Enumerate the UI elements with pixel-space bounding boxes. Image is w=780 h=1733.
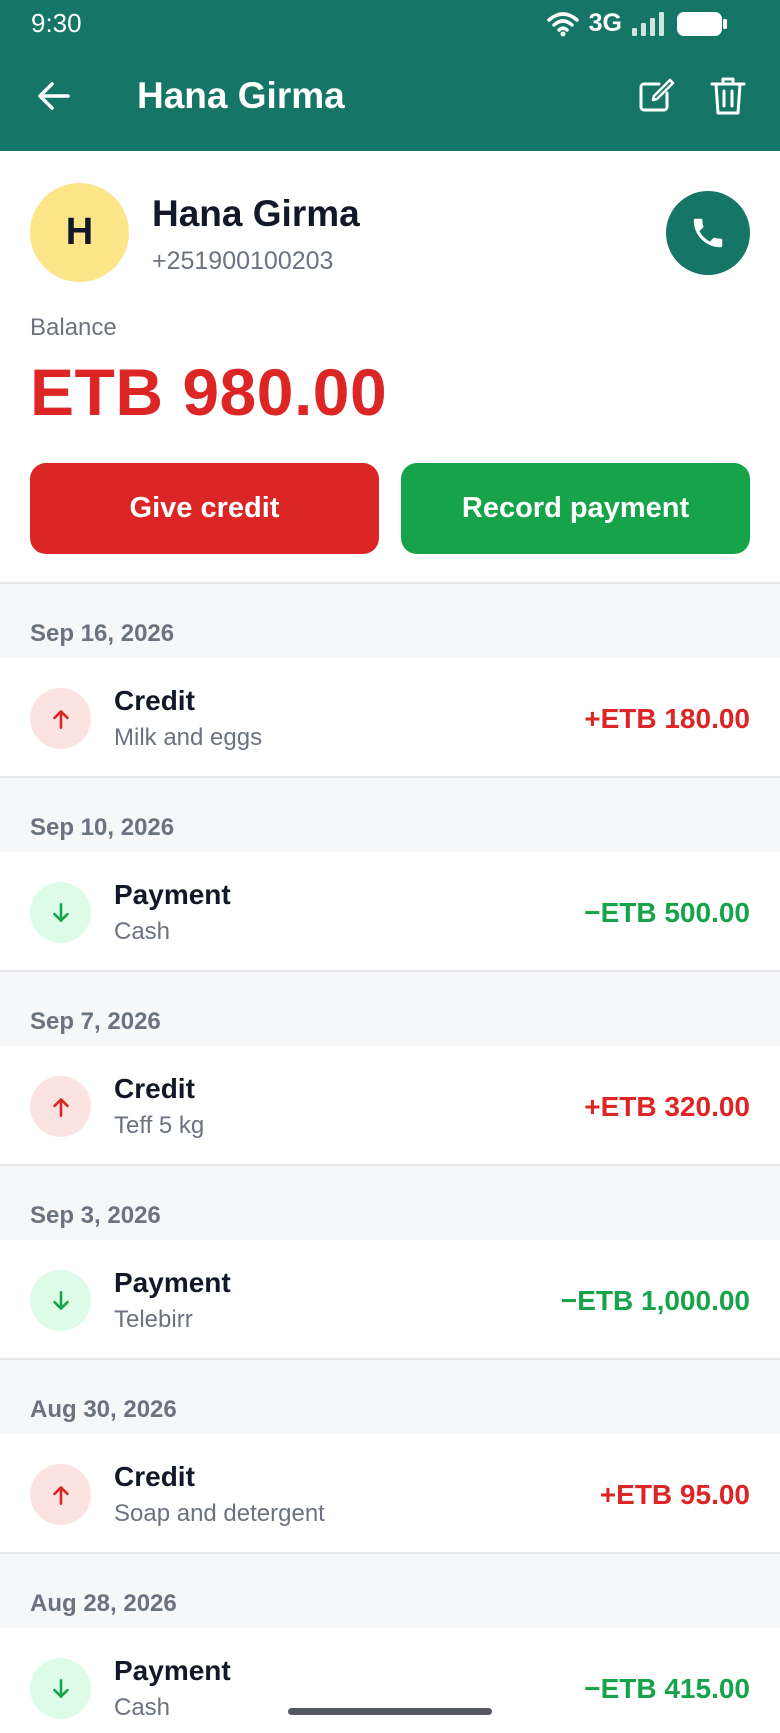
transaction-type: Payment (114, 1267, 231, 1298)
transaction-type: Payment (114, 1655, 231, 1686)
arrow-down-icon (30, 882, 91, 943)
group-date: Sep 10, 2026 (0, 778, 780, 852)
transaction-row[interactable]: Credit Milk and eggs +ETB 180.00 (0, 658, 780, 778)
transaction-group: Sep 7, 2026 Credit Teff 5 kg +ETB 320.00 (0, 972, 780, 1166)
signal-icon (632, 11, 664, 36)
transaction-amount: −ETB 415.00 (584, 1673, 750, 1704)
transaction-amount: +ETB 95.00 (599, 1479, 750, 1510)
battery-icon (677, 11, 727, 36)
transaction-group: Aug 28, 2026 Payment Cash −ETB 415.00 (0, 1554, 780, 1733)
arrow-up-icon (30, 1464, 91, 1525)
arrow-up-icon (30, 1076, 91, 1137)
transaction-group: Sep 16, 2026 Credit Milk and eggs +ETB 1… (0, 584, 780, 778)
arrow-up-icon (30, 688, 91, 749)
arrow-down-icon (30, 1270, 91, 1331)
transaction-note: Soap and detergent (114, 1500, 325, 1527)
group-date: Sep 7, 2026 (0, 972, 780, 1046)
transaction-row[interactable]: Payment Cash −ETB 415.00 (0, 1628, 780, 1733)
avatar: H (30, 183, 129, 282)
wifi-icon (546, 11, 579, 36)
record-payment-button[interactable]: Record payment (401, 463, 750, 554)
transaction-list: Sep 16, 2026 Credit Milk and eggs +ETB 1… (0, 584, 780, 1733)
give-credit-button[interactable]: Give credit (30, 463, 379, 554)
transaction-type: Credit (114, 1461, 195, 1492)
transaction-group: Sep 3, 2026 Payment Telebirr −ETB 1,000.… (0, 1166, 780, 1360)
status-bar: 9:30 3G (0, 0, 780, 44)
app-bar: Hana Girma (0, 44, 780, 151)
transaction-row[interactable]: Payment Cash −ETB 500.00 (0, 852, 780, 972)
transaction-type: Payment (114, 879, 231, 910)
transaction-row[interactable]: Payment Telebirr −ETB 1,000.00 (0, 1240, 780, 1360)
page-title: Hana Girma (137, 75, 345, 116)
group-date: Aug 28, 2026 (0, 1554, 780, 1628)
edit-icon[interactable] (635, 76, 675, 116)
status-icons: 3G (546, 9, 728, 38)
group-date: Sep 3, 2026 (0, 1166, 780, 1240)
transaction-amount: +ETB 180.00 (584, 703, 750, 734)
group-date: Aug 30, 2026 (0, 1360, 780, 1434)
phone-icon (693, 218, 723, 248)
transaction-group: Aug 30, 2026 Credit Soap and detergent +… (0, 1360, 780, 1554)
customer-header: H Hana Girma +251900100203 Balance ETB 9… (0, 151, 780, 584)
transaction-amount: +ETB 320.00 (584, 1091, 750, 1122)
arrow-down-icon (30, 1658, 91, 1719)
transaction-note: Teff 5 kg (114, 1112, 205, 1139)
transaction-note: Milk and eggs (114, 724, 263, 751)
network-type: 3G (588, 9, 622, 37)
transaction-amount: −ETB 500.00 (584, 897, 750, 928)
transaction-row[interactable]: Credit Soap and detergent +ETB 95.00 (0, 1434, 780, 1554)
transaction-row[interactable]: Credit Teff 5 kg +ETB 320.00 (0, 1046, 780, 1166)
transaction-note: Cash (114, 918, 171, 945)
balance-value: ETB 980.00 (30, 355, 388, 429)
transaction-note: Telebirr (114, 1306, 193, 1333)
customer-phone: +251900100203 (152, 247, 334, 275)
transaction-note: Cash (114, 1694, 171, 1721)
home-indicator[interactable] (288, 1708, 492, 1715)
customer-name: Hana Girma (152, 193, 360, 234)
transaction-type: Credit (114, 1073, 195, 1104)
transaction-group: Sep 10, 2026 Payment Cash −ETB 500.00 (0, 778, 780, 972)
transaction-type: Credit (114, 685, 195, 716)
group-date: Sep 16, 2026 (0, 584, 780, 658)
balance-label: Balance (30, 314, 117, 341)
status-time: 9:30 (31, 8, 82, 38)
trash-icon[interactable] (708, 75, 748, 117)
call-button[interactable] (666, 191, 750, 275)
transaction-amount: −ETB 1,000.00 (560, 1285, 750, 1316)
back-arrow-icon[interactable] (34, 76, 74, 116)
